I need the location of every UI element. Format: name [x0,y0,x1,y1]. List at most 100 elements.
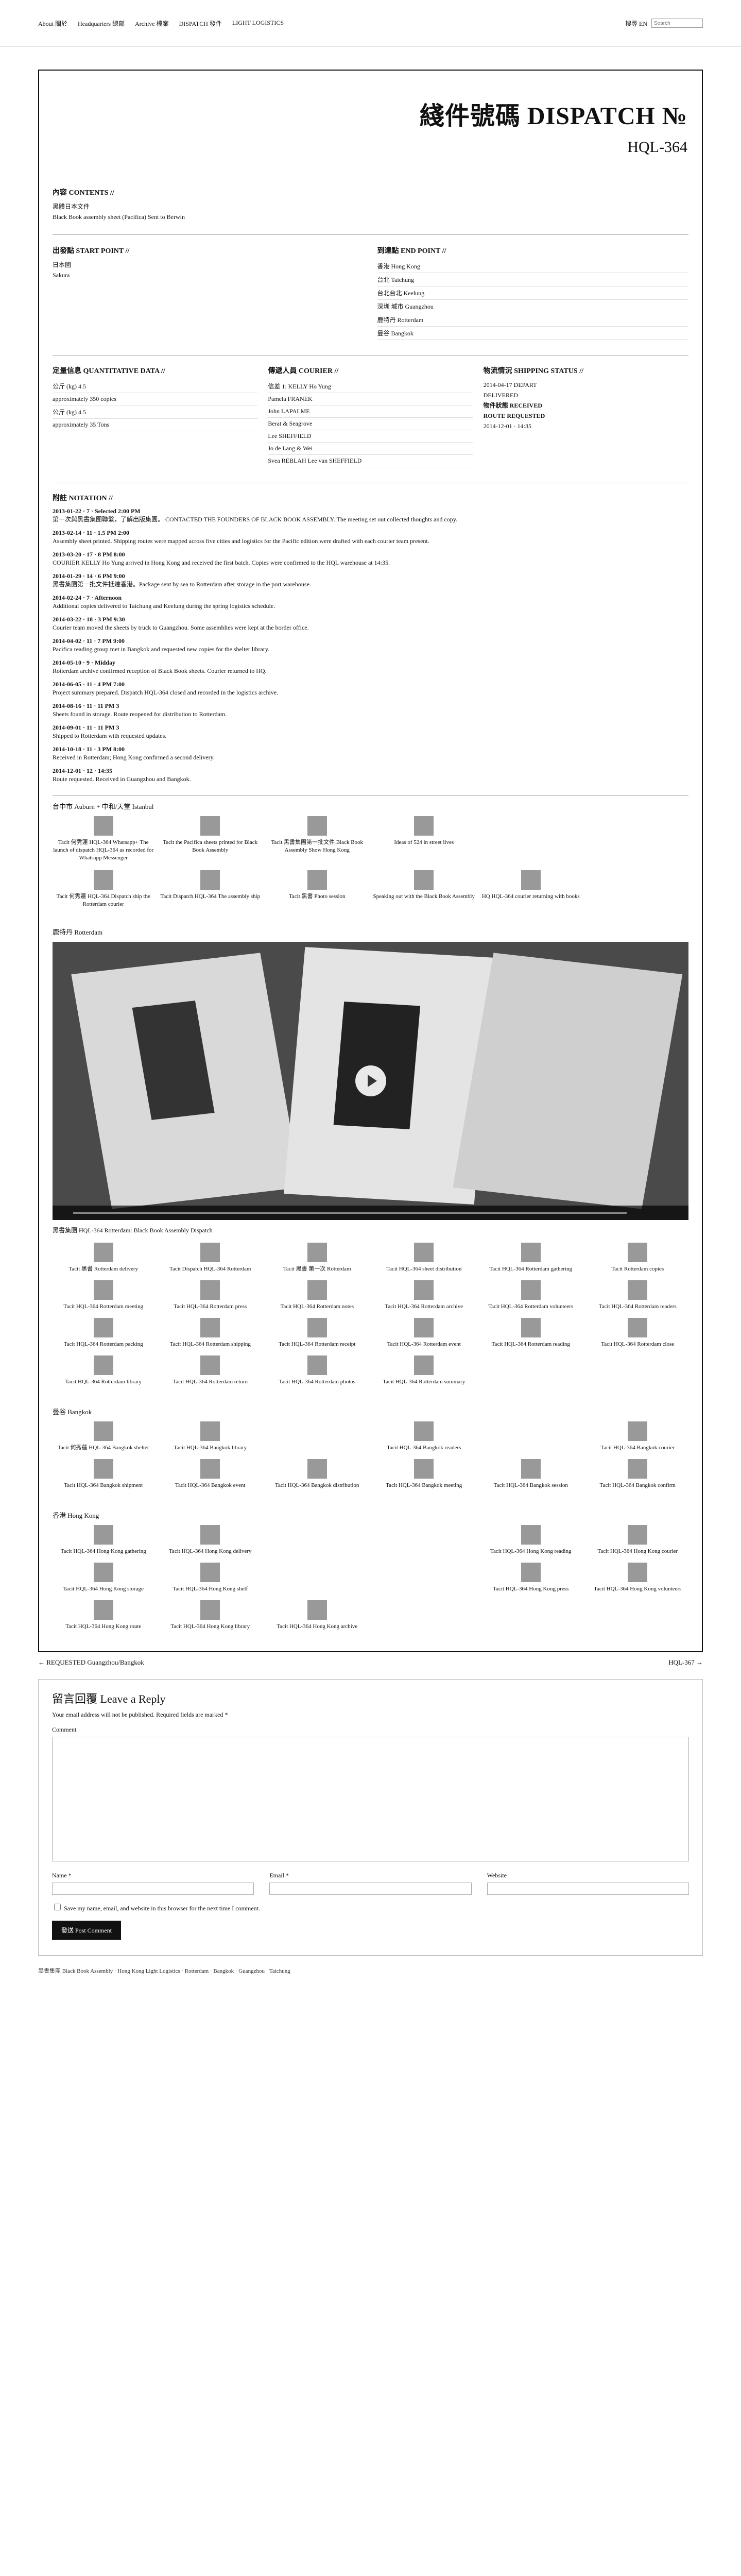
hongkong-thumb[interactable]: Tacit HQL-364 Hong Kong library [160,1600,262,1631]
rotterdam-thumb[interactable]: Tacit HQL-364 Rotterdam receipt [266,1318,368,1348]
bangkok-thumb[interactable] [266,1421,368,1452]
gallery-thumb[interactable]: Tacit 何秀蓮 HQL-364 Whatsapp+ The launch o… [53,816,154,862]
rotterdam-thumb[interactable]: Tacit Rotterdam copies [587,1243,689,1273]
gallery-thumb[interactable]: Tacit Dispatch HQL-364 The assembly ship [160,870,262,908]
hongkong-thumb[interactable] [266,1563,368,1593]
photo-thumbnail[interactable] [93,870,113,890]
hongkong-thumb[interactable]: Tacit HQL-364 Hong Kong route [53,1600,154,1631]
nav-hq[interactable]: Headquarters 總部 [78,19,125,28]
bangkok-thumb[interactable]: Tacit HQL-364 Bangkok meeting [373,1459,475,1489]
hongkong-thumb[interactable]: Tacit HQL-364 Hong Kong press [480,1563,582,1593]
photo-thumbnail[interactable] [414,1459,434,1479]
rotterdam-thumb[interactable]: Tacit HQL-364 Rotterdam close [587,1318,689,1348]
photo-thumbnail[interactable] [521,1563,541,1582]
photo-thumbnail[interactable] [628,1563,648,1582]
rotterdam-thumb[interactable] [480,1355,582,1386]
photo-thumbnail[interactable] [628,1421,648,1441]
prev-link[interactable]: ← REQUESTED Guangzhou/Bangkok [38,1658,144,1667]
video-progress[interactable] [73,1212,627,1214]
photo-thumbnail[interactable] [200,1421,220,1441]
video-controls[interactable] [53,1206,688,1220]
photo-thumbnail[interactable] [307,1280,327,1300]
photo-thumbnail[interactable] [628,1525,648,1545]
rotterdam-thumb[interactable]: Tacit HQL-364 Rotterdam photos [266,1355,368,1386]
save-info-checkbox[interactable] [54,1904,61,1910]
hongkong-thumb[interactable]: Tacit HQL-364 Hong Kong archive [266,1600,368,1631]
photo-thumbnail[interactable] [93,1421,113,1441]
photo-thumbnail[interactable] [93,816,113,836]
gallery-thumb[interactable]: HQ HQL-364 courier returning with books [480,870,582,908]
gallery-thumb[interactable] [480,816,582,862]
nav-light[interactable]: LIGHT LOGISTICS [232,19,284,28]
photo-thumbnail[interactable] [521,1318,541,1337]
photo-thumbnail[interactable] [93,1280,113,1300]
rotterdam-thumb[interactable]: Tacit 黑書 第一次 Rotterdam [266,1243,368,1273]
comment-field[interactable] [52,1737,689,1861]
rotterdam-thumb[interactable]: Tacit HQL-364 Rotterdam summary [373,1355,475,1386]
rotterdam-thumb[interactable]: Tacit HQL-364 Rotterdam meeting [53,1280,154,1311]
bangkok-thumb[interactable]: Tacit HQL-364 Bangkok session [480,1459,582,1489]
rotterdam-thumb[interactable]: Tacit HQL-364 sheet distribution [373,1243,475,1273]
hongkong-thumb[interactable]: Tacit HQL-364 Hong Kong volunteers [587,1563,689,1593]
hongkong-thumb[interactable]: Tacit HQL-364 Hong Kong shelf [160,1563,262,1593]
rotterdam-thumb[interactable]: Tacit HQL-364 Rotterdam event [373,1318,475,1348]
photo-thumbnail[interactable] [200,1563,220,1582]
hongkong-thumb[interactable] [266,1525,368,1555]
language-label[interactable]: 搜尋 EN [625,19,647,28]
photo-thumbnail[interactable] [93,1355,113,1375]
bangkok-thumb[interactable]: Tacit HQL-364 Bangkok shipment [53,1459,154,1489]
photo-thumbnail[interactable] [414,1421,434,1441]
bangkok-thumb[interactable]: Tacit HQL-364 Bangkok library [160,1421,262,1452]
photo-thumbnail[interactable] [628,1318,648,1337]
photo-thumbnail[interactable] [200,1459,220,1479]
rotterdam-thumb[interactable]: Tacit Dispatch HQL-364 Rotterdam [160,1243,262,1273]
photo-thumbnail[interactable] [628,1243,648,1262]
photo-thumbnail[interactable] [414,1318,434,1337]
photo-thumbnail[interactable] [93,1525,113,1545]
photo-thumbnail[interactable] [307,1243,327,1262]
play-icon[interactable] [355,1065,386,1096]
gallery-thumb[interactable]: Ideas of 524 in street lives [373,816,475,862]
photo-thumbnail[interactable] [307,1318,327,1337]
rotterdam-thumb[interactable]: Tacit HQL-364 Rotterdam press [160,1280,262,1311]
hongkong-thumb[interactable] [373,1563,475,1593]
photo-thumbnail[interactable] [200,1600,220,1620]
hongkong-thumb[interactable]: Tacit HQL-364 Hong Kong gathering [53,1525,154,1555]
photo-thumbnail[interactable] [414,1243,434,1262]
hongkong-thumb[interactable] [373,1525,475,1555]
bangkok-thumb[interactable]: Tacit 何秀蓮 HQL-364 Bangkok shelter [53,1421,154,1452]
photo-thumbnail[interactable] [414,816,434,836]
gallery-thumb[interactable]: Tacit 黑書集團第一批文件 Black Book Assembly Show… [266,816,368,862]
rotterdam-thumb[interactable]: Tacit HQL-364 Rotterdam archive [373,1280,475,1311]
email-field[interactable] [269,1883,472,1895]
bangkok-thumb[interactable] [480,1421,582,1452]
gallery-thumb[interactable]: Tacit the Pacifica sheets printed for Bl… [160,816,262,862]
nav-archive[interactable]: Archive 檔案 [135,19,169,28]
photo-thumbnail[interactable] [200,1355,220,1375]
photo-thumbnail[interactable] [628,1280,648,1300]
photo-thumbnail[interactable] [307,816,327,836]
next-link[interactable]: HQL-367 → [668,1658,703,1667]
bangkok-thumb[interactable]: Tacit HQL-364 Bangkok confirm [587,1459,689,1489]
photo-thumbnail[interactable] [628,1459,648,1479]
search-input[interactable] [651,19,703,28]
post-comment-button[interactable]: 發送 Post Comment [52,1921,122,1940]
photo-thumbnail[interactable] [414,870,434,890]
bangkok-thumb[interactable]: Tacit HQL-364 Bangkok courier [587,1421,689,1452]
hongkong-thumb[interactable]: Tacit HQL-364 Hong Kong courier [587,1525,689,1555]
hongkong-thumb[interactable]: Tacit HQL-364 Hong Kong reading [480,1525,582,1555]
bangkok-thumb[interactable]: Tacit HQL-364 Bangkok distribution [266,1459,368,1489]
gallery-thumb[interactable]: Speaking out with the Black Book Assembl… [373,870,475,908]
photo-thumbnail[interactable] [307,1600,327,1620]
photo-thumbnail[interactable] [200,1525,220,1545]
video-player[interactable] [53,942,688,1220]
hongkong-thumb[interactable]: Tacit HQL-364 Hong Kong storage [53,1563,154,1593]
name-field[interactable] [52,1883,254,1895]
gallery-thumb[interactable] [587,870,689,908]
rotterdam-thumb[interactable]: Tacit 黑書 Rotterdam delivery [53,1243,154,1273]
rotterdam-thumb[interactable]: Tacit HQL-364 Rotterdam gathering [480,1243,582,1273]
photo-thumbnail[interactable] [200,816,220,836]
rotterdam-thumb[interactable]: Tacit HQL-364 Rotterdam reading [480,1318,582,1348]
photo-thumbnail[interactable] [307,870,327,890]
photo-thumbnail[interactable] [521,870,541,890]
